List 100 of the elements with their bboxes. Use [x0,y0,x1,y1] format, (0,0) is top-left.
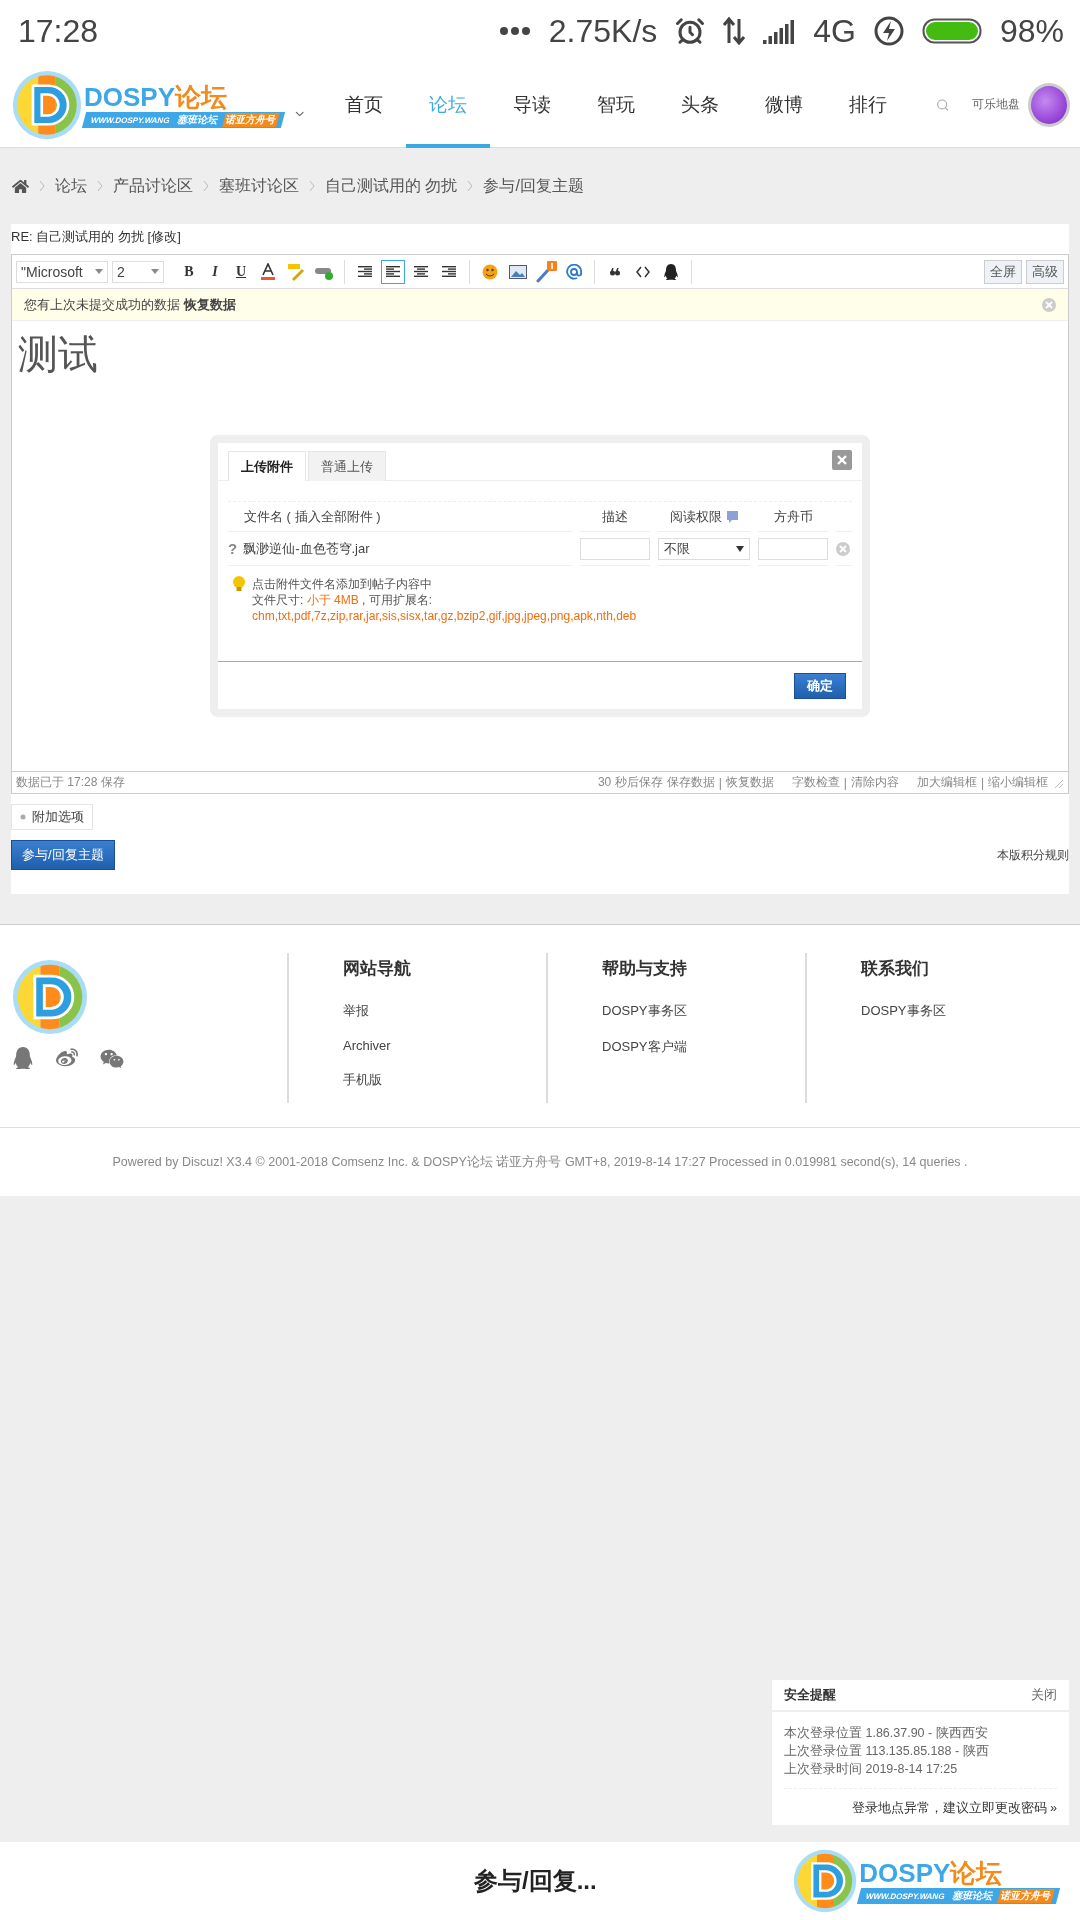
alarm-icon [675,16,706,46]
align-icon [442,265,456,278]
breadcrumb-link[interactable]: 论坛 [55,175,87,197]
weibo-icon[interactable] [56,1047,78,1069]
post-title: RE: 自己测试用的 勿扰 [修改] [11,228,182,246]
nav-tab[interactable]: 排行 [826,61,911,148]
help-icon[interactable] [725,510,739,523]
dialog-tab[interactable]: 普通上传 [308,451,386,481]
restore-link[interactable]: 恢复数据 [183,296,236,312]
editor-action-link[interactable]: 清除内容 [850,774,899,791]
confirm-button[interactable]: 确定 [794,672,846,699]
nav-tab[interactable]: 首页 [322,61,407,148]
penguin-icon[interactable] [663,263,679,280]
align-button[interactable] [381,259,405,284]
highlight-pen-icon[interactable] [286,262,306,281]
signal-icon [763,18,796,44]
column-header: 描述 [602,507,628,526]
editor-action-link[interactable]: 字数检查 [791,774,840,791]
size-limit-text: 文件尺寸: 小于 4MB , 可用扩展名: [252,592,434,608]
at-icon[interactable] [566,263,582,280]
submit-button[interactable]: 参与/回复主题 [11,840,115,870]
quote-icon[interactable] [610,267,620,276]
footer-link[interactable]: DOSPY事务区 [602,1002,805,1020]
logo-text: DOSPY论坛 [859,1858,1003,1888]
align-icon [386,265,400,278]
bullet-icon [20,814,26,820]
close-icon [837,455,847,465]
nav-tab[interactable]: 微博 [742,61,827,148]
format-button[interactable]: I [204,259,226,284]
close-button[interactable] [832,450,852,470]
footer-link[interactable]: DOSPY客户端 [602,1038,805,1056]
login-info-text: 上次登录时间 2019-8-14 17:25 [784,1761,959,1778]
footer-link[interactable]: DOSPY事务区 [861,1002,1064,1020]
autosave-text: 30 秒后保存 [597,774,663,791]
footer-logo-icon [12,959,88,1035]
footer-link[interactable]: Archiver [343,1038,546,1053]
nav-tab[interactable]: 头条 [658,61,743,148]
column-header: 阅读权限 [669,507,722,526]
breadcrumb-link[interactable]: 参与/回复主题 [483,175,584,197]
separator-text: | [980,775,984,790]
footer-heading: 帮助与支持 [602,958,688,980]
clock-time: 17:28 [18,12,99,50]
wechat-icon[interactable] [100,1047,124,1071]
editor-action-link[interactable]: 保存数据 [666,774,715,791]
logo-icon [793,1849,858,1913]
editor-action-link[interactable]: 恢复数据 [725,774,774,791]
editor-content[interactable]: 测试 [12,321,104,388]
description-input[interactable] [580,537,650,560]
network-speed: 2.75K/s [548,12,658,50]
breadcrumb-link[interactable]: 产品讨论区 [113,175,193,197]
change-password-link[interactable]: 登录地点异常，建议立即更改密码 » [784,1788,1057,1817]
permission-select[interactable]: 不限 [658,537,750,560]
footer-heading: 网站导航 [343,958,412,980]
hint-text: 点击附件文件名添加到帖子内容中 [252,576,433,592]
logo-icon [12,69,82,140]
format-button[interactable]: U [230,259,252,284]
logo-text: DOSPY论坛 [84,81,228,112]
battery-percent: 98% [999,12,1064,50]
lightbulb-icon [232,576,246,592]
size-select[interactable]: 2 [112,260,164,283]
image-icon[interactable] [509,264,527,279]
edit-link[interactable]: [修改] [147,229,181,244]
attachment-icon[interactable] [535,260,557,283]
footer-link[interactable]: 举报 [343,1002,546,1020]
font-select[interactable]: "Microsoft [16,260,108,283]
font-color-icon[interactable] [260,262,276,281]
breadcrumb-link[interactable]: 自己测试用的 勿扰 [325,175,458,197]
extra-options-button[interactable]: 附加选项 [11,804,93,830]
notice-text: 您有上次未提交成功的数据 恢复数据 [24,295,236,314]
search-icon [936,97,950,112]
caret-icon [736,545,744,552]
code-icon[interactable] [636,265,650,278]
editor-action-link[interactable]: 加大编辑框 [916,774,977,791]
nav-tab[interactable]: 智玩 [574,61,659,148]
coin-input[interactable] [758,537,828,560]
credit-rules-link[interactable]: 本版积分规则 [997,846,1069,864]
chevron-right-icon [39,180,45,192]
chevron-right-icon [309,180,315,192]
home-icon [12,177,29,195]
chevron-right-icon [97,180,103,192]
editor-mode-button[interactable]: 全屏 [984,259,1022,284]
format-button[interactable]: B [178,259,200,284]
smiley-icon[interactable] [482,263,498,280]
dialog-tab[interactable]: 上传附件 [228,451,306,481]
battery-icon [921,18,982,44]
editor-action-link[interactable]: 缩小编辑框 [988,774,1048,791]
page-title: 参与/回复... [474,1866,597,1896]
separator-text: | [843,775,847,790]
file-name-link[interactable]: 飘渺逆仙-血色苍穹.jar [243,539,370,558]
user-name[interactable]: 可乐地盘 [971,96,1020,113]
breadcrumb-link[interactable]: 塞班讨论区 [219,175,299,197]
footer-link[interactable]: 手机版 [343,1071,546,1089]
close-link[interactable]: 关闭 [1031,1686,1057,1704]
nav-tab[interactable]: 导读 [490,61,575,148]
chevron-right-icon [203,180,209,192]
powered-by-text: Powered by Discuz! X3.4 © 2001-2018 Comsenz Inc. & DOSPY论坛 诺亚方舟号 GMT+8, 2019-8-14 17:27 Processed in 0.019981 second(s), 14 queries . [112,1153,968,1171]
editor-mode-button[interactable]: 高级 [1026,259,1064,284]
extensions-text: chm,txt,pdf,7z,zip,rar,jar,sis,sisx,tar,gz,bzip2,gif,jpg,jpeg,png,apk,nth,deb [252,608,637,624]
login-info-text: 本次登录位置 1.86.37.90 - 陕西西安 [784,1725,989,1742]
align-icon [414,265,428,278]
